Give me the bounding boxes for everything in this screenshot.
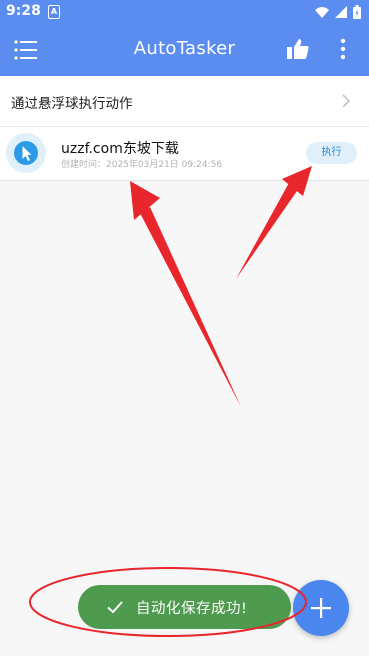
status-bar: 9:28 A <box>0 0 369 24</box>
vertical-dots-icon[interactable] <box>334 37 352 61</box>
cursor-pointer-icon <box>14 141 38 165</box>
toast-message: 自动化保存成功! <box>136 601 248 617</box>
thumbs-up-icon[interactable] <box>286 37 310 61</box>
task-row[interactable]: uzzf.com东坡下载 创建时间：2025年03月21日 09:24:56 执… <box>0 127 369 181</box>
status-time: 9:28 <box>6 3 41 19</box>
add-task-button[interactable] <box>293 580 349 636</box>
wifi-icon <box>315 7 329 18</box>
floating-ball-action-row[interactable]: 通过悬浮球执行动作 <box>0 76 369 127</box>
task-created-time: 创建时间：2025年03月21日 09:24:56 <box>61 160 223 170</box>
task-name: uzzf.com东坡下载 <box>61 141 179 157</box>
battery-icon <box>353 5 361 19</box>
arrow-to-run-button <box>236 166 312 279</box>
arrow-to-task <box>130 181 241 407</box>
plus-icon <box>311 598 331 618</box>
status-icons <box>315 5 361 19</box>
signal-icon <box>335 6 347 18</box>
app-bar: AutoTasker <box>0 24 369 76</box>
check-icon <box>107 601 123 614</box>
chevron-right-icon <box>342 94 351 108</box>
save-success-toast: 自动化保存成功! <box>78 585 291 629</box>
task-icon <box>6 133 46 173</box>
run-task-button[interactable]: 执行 <box>306 142 357 164</box>
floating-ball-label: 通过悬浮球执行动作 <box>11 96 133 112</box>
app-title: AutoTasker <box>133 38 236 59</box>
notification-icon: A <box>48 5 60 19</box>
